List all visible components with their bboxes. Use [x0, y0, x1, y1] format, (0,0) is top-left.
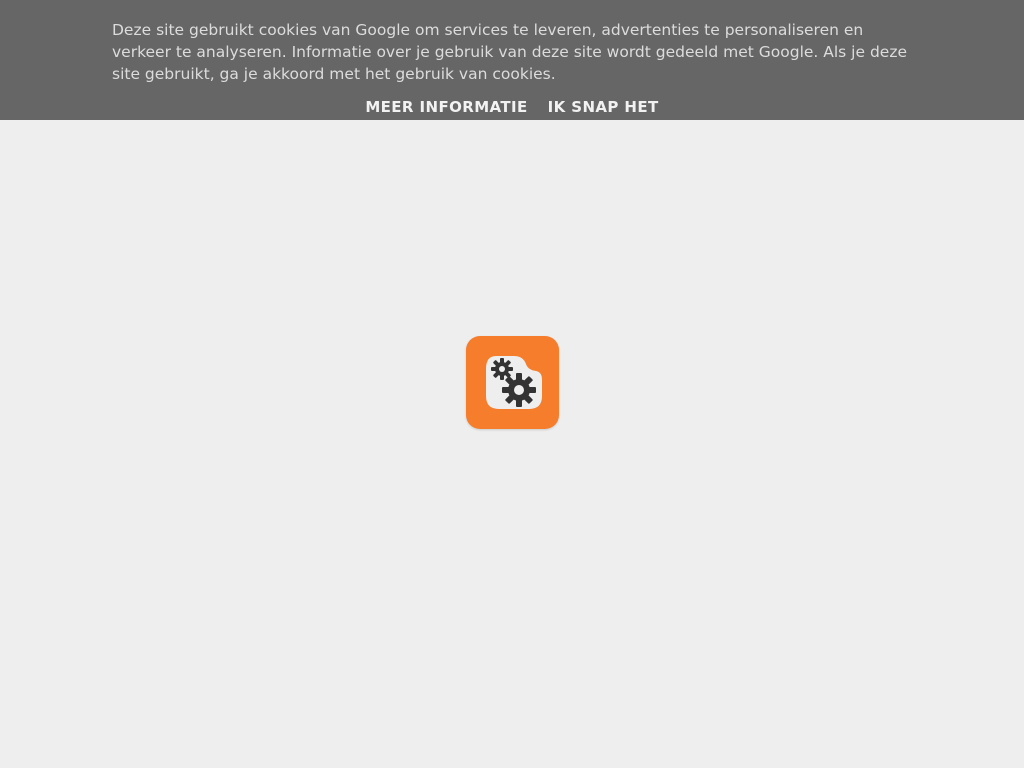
- blogger-gears-icon: [466, 336, 559, 429]
- cookie-consent-bar: Deze site gebruikt cookies van Google om…: [0, 0, 1024, 120]
- cookie-message: Deze site gebruikt cookies van Google om…: [112, 21, 907, 83]
- more-info-button[interactable]: MEER INFORMATIE: [355, 97, 537, 117]
- accept-cookies-button[interactable]: IK SNAP HET: [538, 97, 669, 117]
- cookie-actions: MEER INFORMATIE IK SNAP HET: [0, 97, 1024, 117]
